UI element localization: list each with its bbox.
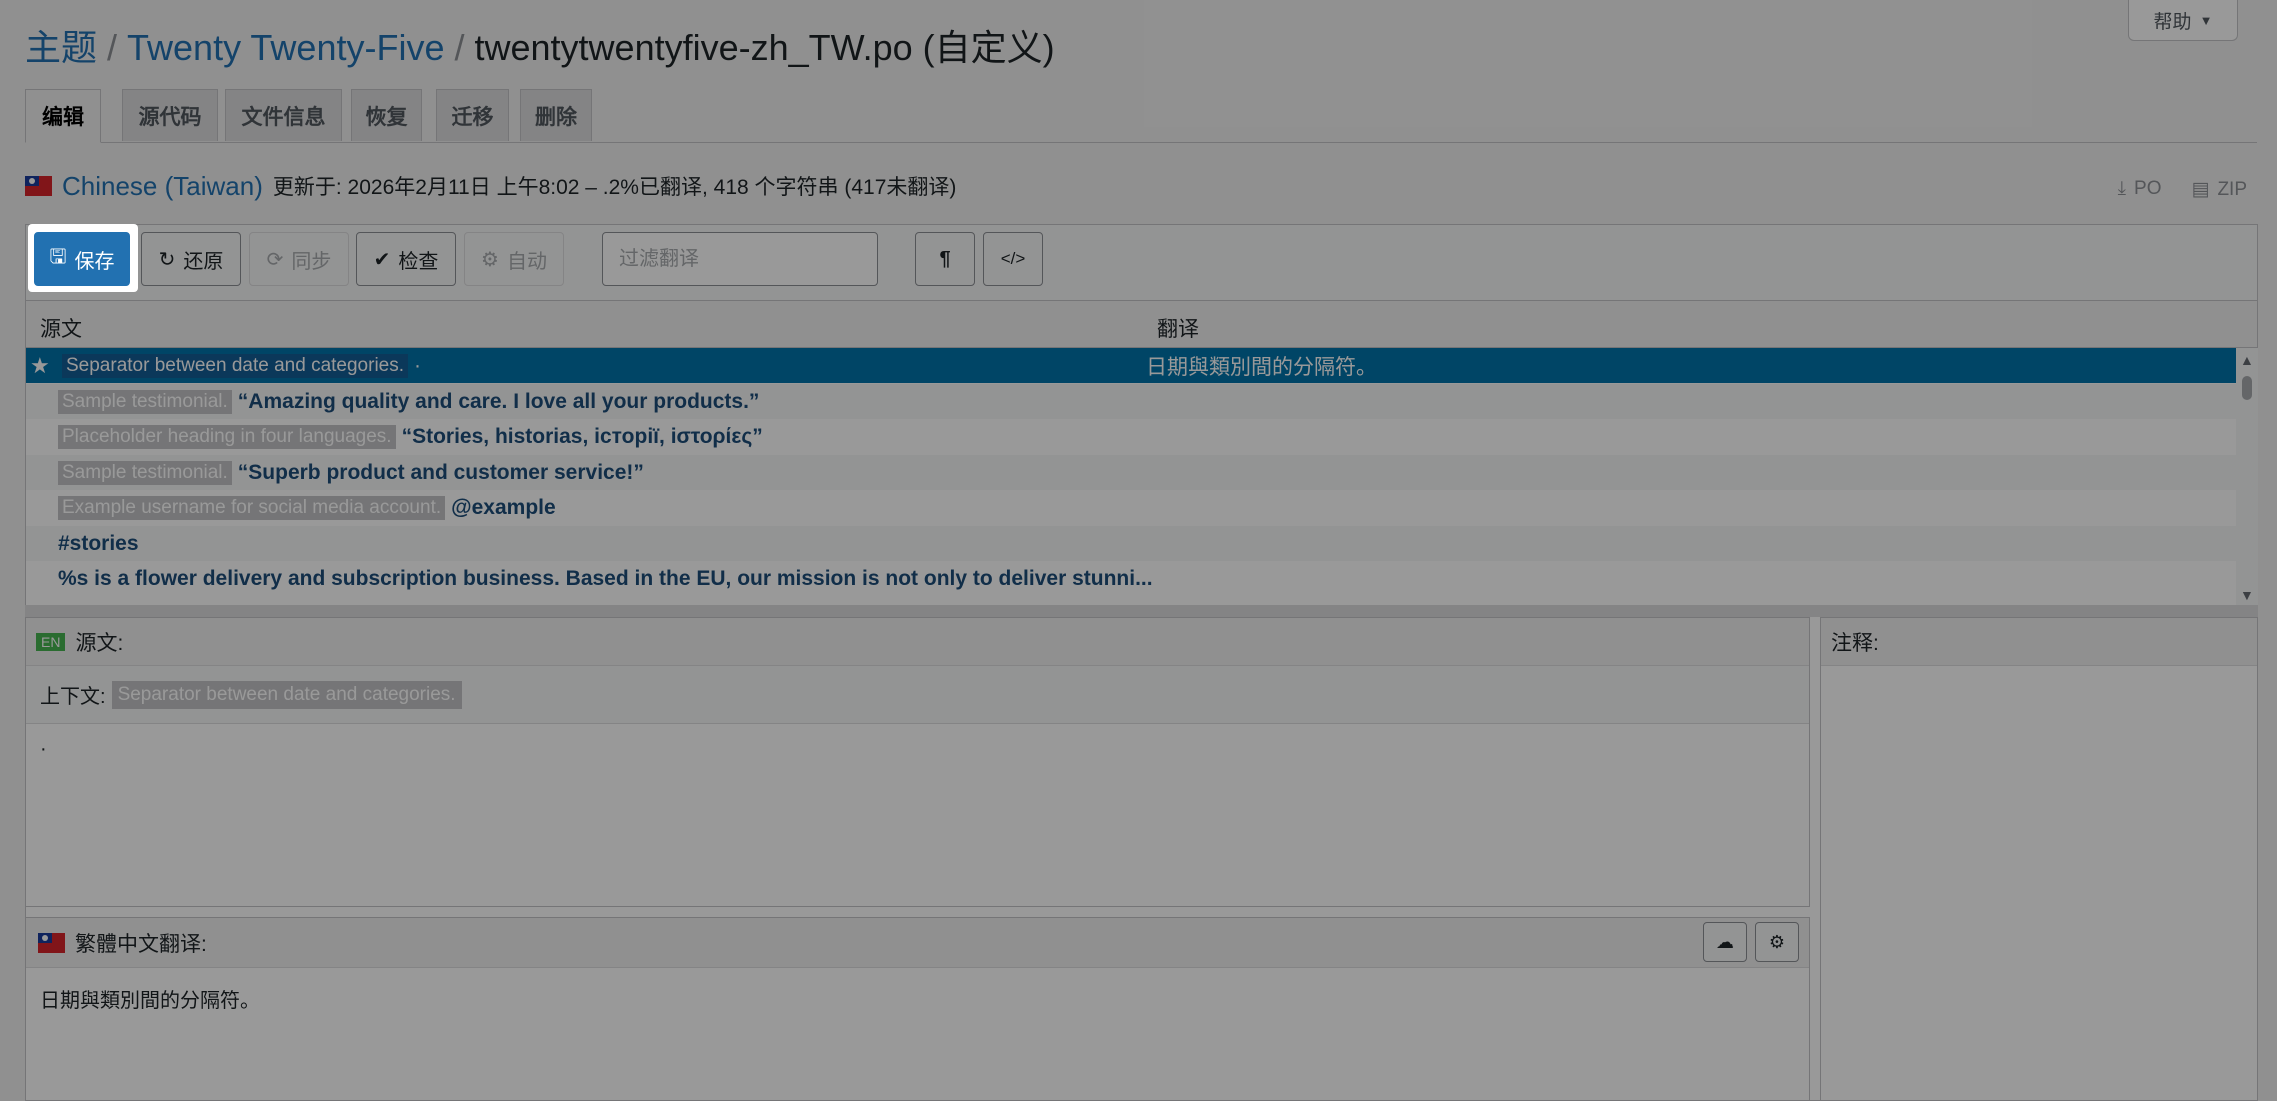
list-item[interactable]: ★ Separator between date and categories.… xyxy=(26,348,2236,383)
context-label: 上下文: xyxy=(40,686,106,708)
tab-delete[interactable]: 删除 xyxy=(520,89,592,141)
notes-pane: 注释: xyxy=(1820,617,2258,1101)
source-text-body: · xyxy=(40,738,47,760)
context-badge: Placeholder heading in four languages. xyxy=(58,424,396,449)
auto-label: 自动 xyxy=(506,250,547,273)
breadcrumb-current-file: twentytwentyfive-zh_TW.po (自定义) xyxy=(474,27,1055,68)
context-badge: Sample testimonial. xyxy=(58,389,232,414)
breadcrumb-separator: / xyxy=(107,27,118,68)
sync-button[interactable]: ⟳ 同步 xyxy=(249,232,349,286)
breadcrumb-themes-link[interactable]: 主题 xyxy=(25,27,97,68)
context-badge: Example username for social media accoun… xyxy=(58,495,446,520)
taiwan-flag-icon xyxy=(38,932,65,953)
sync-icon: ⟳ xyxy=(266,248,284,271)
lang-badge: EN xyxy=(36,632,66,651)
download-links: ⤓ PO ▤ ZIP xyxy=(2118,178,2247,201)
context-badge: Separator between date and categories. xyxy=(62,353,409,378)
scrollbar-thumb[interactable] xyxy=(2242,376,2252,400)
list-item[interactable]: Placeholder heading in four languages. “… xyxy=(26,419,2236,454)
revert-label: 还原 xyxy=(183,250,224,273)
file-zip-icon: ▤ xyxy=(2191,179,2210,200)
check-icon: ✔ xyxy=(373,248,391,271)
context-badge: Separator between date and categories. xyxy=(111,680,462,709)
toggle-code-view-button[interactable]: </> xyxy=(983,232,1043,286)
context-badge: Sample testimonial. xyxy=(58,460,232,485)
source-text: “Stories, historias, iсторії, iστορίες” xyxy=(401,424,763,448)
list-item[interactable]: Sample testimonial. “Amazing quality and… xyxy=(26,384,2236,419)
notes-pane-title: 注释: xyxy=(1831,631,1879,655)
translation-pane: 繁體中文翻译: ☁ ⚙ 日期與類別間的分隔符。 xyxy=(25,917,1810,1101)
save-button[interactable]: 🖫 保存 xyxy=(34,232,130,286)
tab-source[interactable]: 源代码 xyxy=(122,89,218,141)
download-icon: ⤓ xyxy=(2117,178,2127,199)
source-pane-header: EN 源文: xyxy=(26,618,1809,666)
source-text: “Amazing quality and care. I love all yo… xyxy=(237,389,760,413)
help-tab[interactable]: 帮助 ▼ xyxy=(2128,0,2238,41)
tab-file-info[interactable]: 文件信息 xyxy=(225,89,342,141)
download-zip-label: ZIP xyxy=(2217,179,2247,200)
source-text: @example xyxy=(451,495,556,519)
strings-list: ★ Separator between date and categories.… xyxy=(26,348,2236,605)
source-text: #stories xyxy=(58,531,139,555)
pilcrow-icon: ¶ xyxy=(939,247,951,270)
tab-move[interactable]: 迁移 xyxy=(436,89,509,141)
list-item[interactable]: #stories xyxy=(26,526,2236,561)
chevron-down-icon: ▼ xyxy=(2199,12,2213,28)
translation-text: 日期與類別間的分隔符。 xyxy=(1146,355,1377,379)
translation-text-editor[interactable]: 日期與類別間的分隔符。 xyxy=(40,984,260,1013)
notes-pane-header: 注释: xyxy=(1821,618,2257,666)
translation-tools: ☁ ⚙ xyxy=(1703,922,1799,962)
save-label: 保存 xyxy=(74,250,115,273)
source-column-header[interactable]: 源文 xyxy=(40,313,82,343)
scroll-down-icon[interactable]: ▼ xyxy=(2240,587,2254,603)
robot-icon: ⚙ xyxy=(1768,931,1786,952)
source-pane: EN 源文: 上下文: Separator between date and c… xyxy=(25,617,1810,907)
auto-translate-button[interactable]: ⚙ 自动 xyxy=(464,232,564,286)
cloud-suggest-button[interactable]: ☁ xyxy=(1703,922,1747,962)
check-label: 检查 xyxy=(398,250,439,273)
show-invisibles-button[interactable]: ¶ xyxy=(915,232,975,286)
breadcrumb: 主题 / Twenty Twenty-Five / twentytwentyfive-z… xyxy=(25,24,1055,72)
locale-link[interactable]: Chinese (Taiwan) xyxy=(62,171,263,202)
save-icon: 🖫 xyxy=(49,246,67,268)
pane-resize-handle[interactable] xyxy=(25,605,2258,617)
source-text: %s is a flower delivery and subscription… xyxy=(58,566,1153,590)
context-line: 上下文: Separator between date and categori… xyxy=(26,666,1809,724)
cloud-icon: ☁ xyxy=(1716,931,1734,952)
tab-restore[interactable]: 恢复 xyxy=(351,89,422,141)
auto-translate-suggest-button[interactable]: ⚙ xyxy=(1755,922,1799,962)
grid-header: 源文 翻译 xyxy=(25,300,2258,348)
translation-column-header[interactable]: 翻译 xyxy=(1157,313,1199,343)
source-text: “Superb product and customer service!” xyxy=(237,460,644,484)
scroll-up-icon[interactable]: ▲ xyxy=(2240,352,2254,368)
breadcrumb-theme-link[interactable]: Twenty Twenty-Five xyxy=(127,27,444,68)
taiwan-flag-icon xyxy=(25,176,52,196)
revert-button[interactable]: ↻ 还原 xyxy=(141,232,241,286)
save-spotlight: 🖫 保存 xyxy=(28,224,138,292)
translation-pane-header: 繁體中文翻译: ☁ ⚙ xyxy=(26,918,1809,968)
filter-translations-input[interactable] xyxy=(602,232,878,286)
source-pane-title: 源文: xyxy=(75,631,124,655)
download-po-link[interactable]: ⤓ PO xyxy=(2118,178,2162,201)
star-icon[interactable]: ★ xyxy=(30,353,50,379)
list-item[interactable]: Example username for social media accoun… xyxy=(26,490,2236,525)
revert-icon: ↻ xyxy=(158,248,176,271)
locale-info: Chinese (Taiwan) 更新于: 2026年2月11日 上午8:02 … xyxy=(25,170,956,202)
list-item[interactable]: %s is a flower delivery and subscription… xyxy=(26,561,2236,596)
breadcrumb-separator: / xyxy=(454,27,465,68)
source-text: · xyxy=(414,353,422,377)
code-icon: </> xyxy=(1000,249,1026,268)
download-zip-link[interactable]: ▤ ZIP xyxy=(2191,178,2247,201)
list-item[interactable]: Sample testimonial. “Superb product and … xyxy=(26,455,2236,490)
list-scrollbar[interactable]: ▲ ▼ xyxy=(2236,348,2258,605)
robot-icon: ⚙ xyxy=(481,248,499,271)
editor-tabs: 编辑 源代码 文件信息 恢复 迁移 删除 xyxy=(25,88,2257,143)
tab-edit[interactable]: 编辑 xyxy=(25,89,101,143)
check-button[interactable]: ✔ 检查 xyxy=(356,232,456,286)
sync-label: 同步 xyxy=(291,250,332,273)
download-po-label: PO xyxy=(2134,178,2162,199)
help-label: 帮助 xyxy=(2153,11,2192,33)
translation-pane-title: 繁體中文翻译: xyxy=(75,932,207,956)
locale-meta: 更新于: 2026年2月11日 上午8:02 – .2%已翻译, 418 个字符… xyxy=(272,176,957,199)
